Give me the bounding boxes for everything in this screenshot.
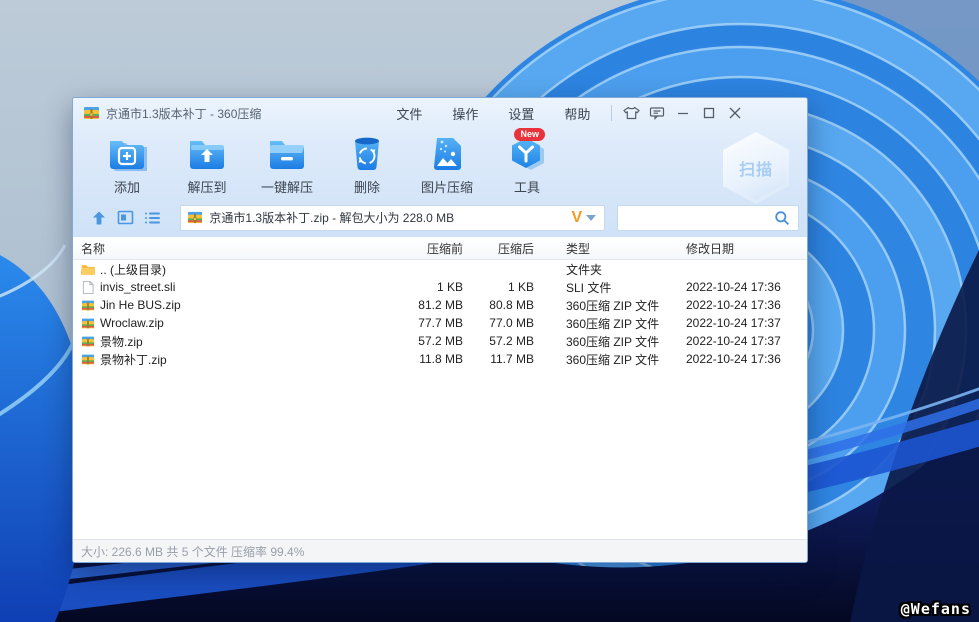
view-panel-icon[interactable]	[114, 208, 137, 228]
address-value: 京通市1.3版本补丁.zip - 解包大小为 228.0 MB	[209, 209, 565, 226]
status-bar: 大小: 226.6 MB 共 5 个文件 压缩率 99.4%	[73, 539, 807, 562]
zip-file-icon	[81, 353, 95, 366]
file-name: 景物补丁.zip	[100, 351, 167, 368]
maximize-icon[interactable]	[696, 102, 722, 124]
file-name: Wroclaw.zip	[100, 316, 164, 330]
table-row-zip[interactable]: 景物补丁.zip 11.8 MB 11.7 MB 360压缩 ZIP 文件 20…	[73, 350, 807, 368]
list-header: 名称 压缩前 压缩后 类型 修改日期	[73, 237, 807, 260]
skin-icon[interactable]	[618, 102, 644, 124]
minimize-icon[interactable]	[670, 102, 696, 124]
document-icon	[81, 281, 95, 294]
scan-hexagon: 扫描	[727, 136, 785, 200]
titlebar-separator	[611, 105, 612, 121]
folder-icon	[81, 263, 95, 276]
file-name: Jin He BUS.zip	[100, 298, 181, 312]
file-name: invis_street.sli	[100, 280, 175, 294]
window-title: 京通市1.3版本补丁 - 360压缩	[106, 105, 261, 122]
table-row-zip[interactable]: 景物.zip 57.2 MB 57.2 MB 360压缩 ZIP 文件 2022…	[73, 332, 807, 350]
col-date[interactable]: 修改日期	[686, 240, 807, 257]
col-name[interactable]: 名称	[73, 240, 379, 257]
zip-file-icon	[187, 210, 203, 225]
table-row-file[interactable]: invis_street.sli 1 KB 1 KB SLI 文件 2022-1…	[73, 278, 807, 296]
toolbar: 添加 解压到	[73, 128, 807, 204]
new-badge: New	[514, 128, 545, 141]
zip-file-icon	[81, 299, 95, 312]
list-view-icon[interactable]	[141, 208, 164, 228]
scan-button[interactable]: 扫描	[723, 132, 789, 204]
one-click-extract-button[interactable]: 一键解压	[247, 134, 327, 196]
addressbar: 京通市1.3版本补丁.zip - 解包大小为 228.0 MB V	[73, 204, 807, 237]
search-icon	[774, 210, 790, 226]
scan-label: 扫描	[739, 156, 773, 180]
col-type[interactable]: 类型	[534, 240, 686, 257]
zip-file-icon	[81, 317, 95, 330]
titlebar[interactable]: 京通市1.3版本补丁 - 360压缩 文件 操作 设置 帮助	[73, 98, 807, 128]
table-row-parent-dir[interactable]: .. (上级目录) 文件夹	[73, 260, 807, 278]
desktop: @Wefans 京通市1.3版本补丁 - 360压缩 文件 操作 设置	[0, 0, 979, 622]
table-row-zip[interactable]: Jin He BUS.zip 81.2 MB 80.8 MB 360压缩 ZIP…	[73, 296, 807, 314]
menubar: 文件 操作 设置 帮助	[381, 100, 605, 127]
image-compress-button[interactable]: 图片压缩	[407, 134, 487, 196]
feedback-icon[interactable]	[644, 102, 670, 124]
watermark: @Wefans	[901, 600, 971, 618]
file-list: .. (上级目录) 文件夹 invis_street.sli 1 KB 1 KB	[73, 260, 807, 539]
window-top: 京通市1.3版本补丁 - 360压缩 文件 操作 设置 帮助	[73, 98, 807, 237]
trash-icon	[347, 134, 387, 174]
zip-file-icon	[81, 335, 95, 348]
add-button[interactable]: 添加	[87, 134, 167, 196]
image-compress-label: 图片压缩	[421, 177, 473, 196]
delete-button[interactable]: 删除	[327, 134, 407, 196]
tools-hexagon-icon: New	[507, 134, 547, 174]
tools-label: 工具	[514, 177, 540, 196]
menu-file[interactable]: 文件	[381, 100, 437, 127]
folder-plus-icon	[107, 134, 147, 174]
address-input[interactable]: 京通市1.3版本补丁.zip - 解包大小为 228.0 MB V	[180, 205, 605, 231]
menu-settings[interactable]: 设置	[493, 100, 549, 127]
folder-extract-icon	[187, 134, 227, 174]
file-name: 景物.zip	[100, 333, 143, 350]
up-directory-icon[interactable]	[87, 208, 110, 228]
address-dropdown-caret[interactable]	[586, 215, 596, 221]
vip-v-mark[interactable]: V	[571, 209, 582, 227]
extract-to-button[interactable]: 解压到	[167, 134, 247, 196]
col-before[interactable]: 压缩前	[379, 240, 463, 257]
one-click-extract-label: 一键解压	[261, 177, 313, 196]
table-row-zip[interactable]: Wroclaw.zip 77.7 MB 77.0 MB 360压缩 ZIP 文件…	[73, 314, 807, 332]
menu-help[interactable]: 帮助	[549, 100, 605, 127]
file-name: .. (上级目录)	[100, 261, 166, 278]
col-after[interactable]: 压缩后	[463, 240, 534, 257]
image-compress-icon	[427, 134, 467, 174]
extract-to-label: 解压到	[187, 177, 226, 196]
folder-oneclick-icon	[267, 134, 307, 174]
menu-action[interactable]: 操作	[437, 100, 493, 127]
app-window-360zip: 京通市1.3版本补丁 - 360压缩 文件 操作 设置 帮助	[72, 97, 808, 563]
close-icon[interactable]	[722, 102, 748, 124]
status-text: 大小: 226.6 MB 共 5 个文件 压缩率 99.4%	[81, 543, 304, 560]
delete-label: 删除	[354, 177, 380, 196]
search-input[interactable]	[617, 205, 799, 231]
tools-button[interactable]: New 工具	[487, 134, 567, 196]
app-zip-icon	[83, 105, 100, 121]
add-label: 添加	[114, 177, 140, 196]
